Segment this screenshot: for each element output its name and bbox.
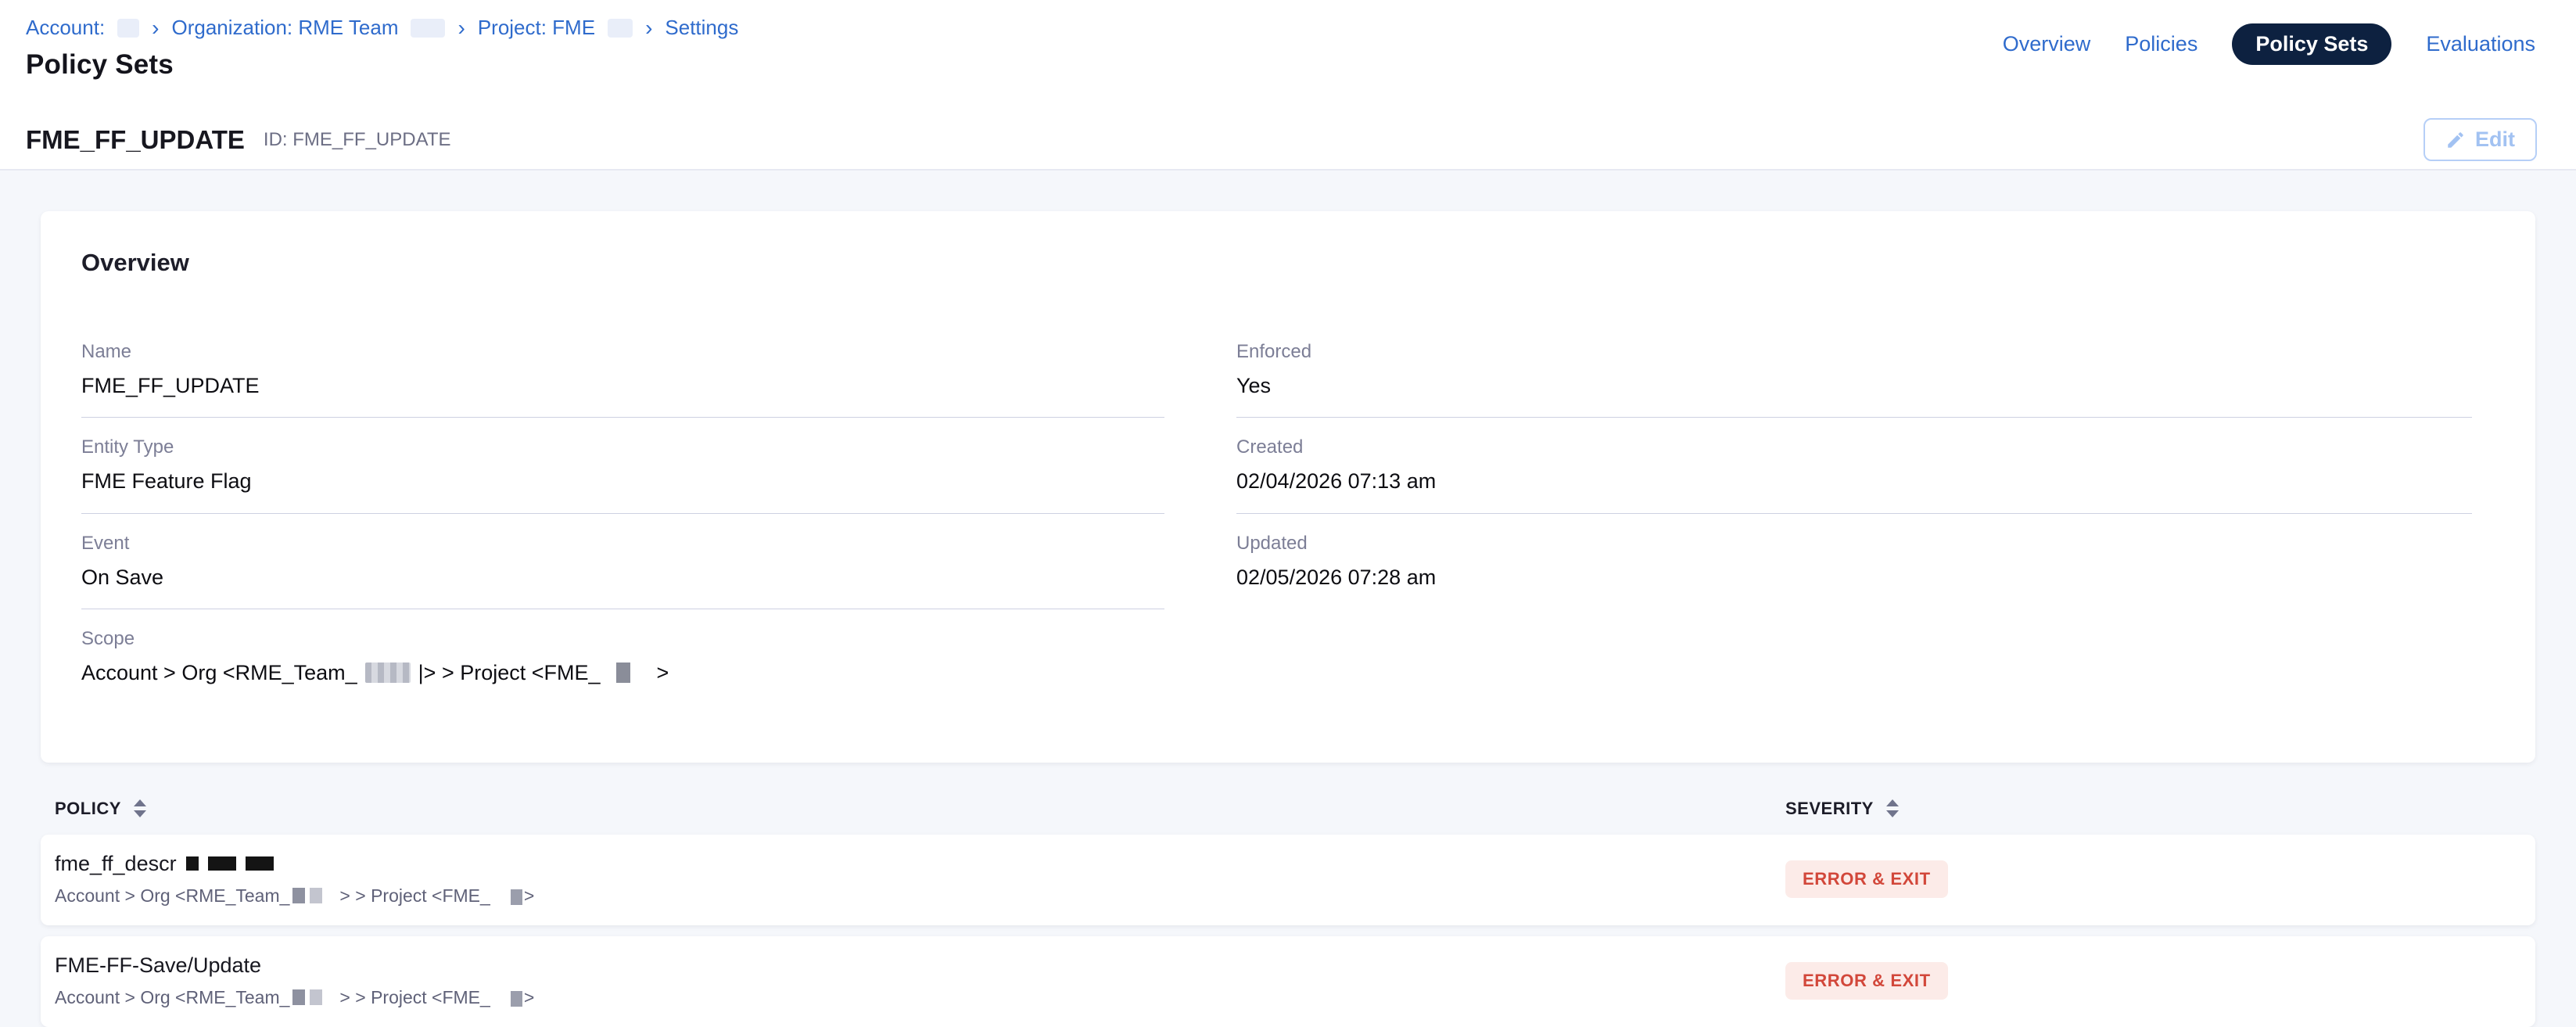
field-value: FME Feature Flag: [81, 469, 1164, 494]
field-label: Name: [81, 341, 1164, 363]
tab-overview[interactable]: Overview: [2003, 32, 2091, 56]
breadcrumb-project[interactable]: Project: FME: [478, 16, 595, 40]
policy-set-title-row: FME_FF_UPDATE ID: FME_FF_UPDATE Edit: [26, 118, 2537, 161]
redacted-project-name: [608, 19, 633, 38]
policy-table-header: POLICY SEVERITY: [41, 799, 2535, 819]
field-name: Name FME_FF_UPDATE: [81, 341, 1164, 418]
redacted-org-id: [292, 888, 305, 903]
field-label: Updated: [1236, 533, 2472, 555]
page-header: Account: › Organization: RME Team › Proj…: [0, 0, 2576, 171]
policy-table-row[interactable]: fme_ff_descr Account > Org <RME_Team_ > …: [41, 835, 2535, 925]
field-updated: Updated 02/05/2026 07:28 am: [1236, 533, 2472, 609]
policy-name: FME-FF-Save/Update: [55, 953, 1785, 978]
scope-text: >: [524, 987, 534, 1008]
policy-set-id: ID: FME_FF_UPDATE: [264, 129, 451, 151]
scope-text: > > Project <FME_: [339, 885, 490, 907]
field-label: Scope: [81, 628, 1164, 650]
redacted-org-name: [411, 19, 445, 38]
sort-policy-icon[interactable]: [134, 799, 146, 817]
field-value: FME_FF_UPDATE: [81, 373, 1164, 398]
column-header-severity: SEVERITY: [1785, 799, 1874, 819]
policy-name-text: fme_ff_descr: [55, 852, 177, 876]
tab-policies[interactable]: Policies: [2125, 32, 2197, 56]
breadcrumb-account[interactable]: Account:: [26, 16, 105, 40]
overview-heading: Overview: [81, 249, 2495, 277]
tab-policy-sets[interactable]: Policy Sets: [2232, 23, 2391, 65]
field-entity-type: Entity Type FME Feature Flag: [81, 436, 1164, 513]
redacted-project-id: [616, 663, 630, 683]
redacted-policy-name: [246, 856, 274, 871]
severity-badge: ERROR & EXIT: [1785, 860, 1948, 898]
policy-cell: FME-FF-Save/Update Account > Org <RME_Te…: [55, 953, 1785, 1008]
policy-name-text: FME-FF-Save/Update: [55, 953, 261, 978]
redacted-policy-name: [208, 856, 236, 871]
redacted-org-id: [310, 989, 322, 1005]
field-label: Event: [81, 533, 1164, 555]
severity-cell: ERROR & EXIT: [1785, 860, 1948, 898]
redacted-org-id: [365, 663, 411, 683]
severity-badge: ERROR & EXIT: [1785, 962, 1948, 1000]
field-created: Created 02/04/2026 07:13 am: [1236, 436, 2472, 513]
tab-evaluations[interactable]: Evaluations: [2426, 32, 2535, 56]
scope-text: >: [657, 660, 669, 685]
redacted-policy-name: [186, 856, 199, 871]
breadcrumb-chevron-icon: ›: [645, 17, 652, 39]
field-scope: Scope Account > Org <RME_Team_ |> > Proj…: [81, 628, 1164, 704]
policy-name: fme_ff_descr: [55, 852, 1785, 876]
tab-bar: Overview Policies Policy Sets Evaluation…: [2003, 23, 2535, 65]
breadcrumb-chevron-icon: ›: [152, 17, 159, 39]
redacted-account-name: [117, 19, 139, 38]
pencil-icon: [2445, 130, 2466, 150]
field-value: Yes: [1236, 373, 2472, 398]
overview-right-column: Enforced Yes Created 02/04/2026 07:13 am…: [1236, 341, 2472, 724]
edit-button-label: Edit: [2475, 127, 2515, 152]
overview-fields-grid: Name FME_FF_UPDATE Entity Type FME Featu…: [81, 341, 2495, 724]
field-value: 02/05/2026 07:28 am: [1236, 565, 2472, 590]
field-enforced: Enforced Yes: [1236, 341, 2472, 418]
breadcrumb-settings[interactable]: Settings: [665, 16, 738, 40]
policy-scope: Account > Org <RME_Team_ > > Project <FM…: [55, 987, 1785, 1008]
scope-text: |> > Project <FME_: [418, 660, 601, 685]
scope-text: Account > Org <RME_Team_: [81, 660, 357, 685]
column-header-policy: POLICY: [55, 799, 121, 819]
edit-button[interactable]: Edit: [2424, 118, 2537, 161]
field-label: Created: [1236, 436, 2472, 458]
policy-set-name: FME_FF_UPDATE: [26, 125, 245, 155]
severity-cell: ERROR & EXIT: [1785, 962, 1948, 1000]
overview-left-column: Name FME_FF_UPDATE Entity Type FME Featu…: [81, 341, 1164, 724]
redacted-project-id: [511, 889, 522, 905]
breadcrumb-organization[interactable]: Organization: RME Team: [172, 16, 399, 40]
policy-cell: fme_ff_descr Account > Org <RME_Team_ > …: [55, 852, 1785, 907]
sort-severity-icon[interactable]: [1886, 799, 1899, 817]
redacted-project-id: [511, 991, 522, 1007]
field-value: 02/04/2026 07:13 am: [1236, 469, 2472, 494]
scope-text: Account > Org <RME_Team_: [55, 885, 289, 907]
overview-card: Overview Name FME_FF_UPDATE Entity Type …: [41, 211, 2535, 763]
breadcrumb-chevron-icon: ›: [457, 17, 465, 39]
policy-scope: Account > Org <RME_Team_ > > Project <FM…: [55, 885, 1785, 907]
scope-text: > > Project <FME_: [339, 987, 490, 1008]
field-value: On Save: [81, 565, 1164, 590]
field-label: Enforced: [1236, 341, 2472, 363]
main-content: Overview Name FME_FF_UPDATE Entity Type …: [0, 171, 2576, 1027]
field-value-scope: Account > Org <RME_Team_ |> > Project <F…: [81, 660, 1164, 685]
redacted-org-id: [310, 888, 322, 903]
scope-text: >: [524, 885, 534, 907]
redacted-org-id: [292, 989, 305, 1005]
field-event: Event On Save: [81, 533, 1164, 609]
field-label: Entity Type: [81, 436, 1164, 458]
policy-table-row[interactable]: FME-FF-Save/Update Account > Org <RME_Te…: [41, 936, 2535, 1027]
scope-text: Account > Org <RME_Team_: [55, 987, 289, 1008]
